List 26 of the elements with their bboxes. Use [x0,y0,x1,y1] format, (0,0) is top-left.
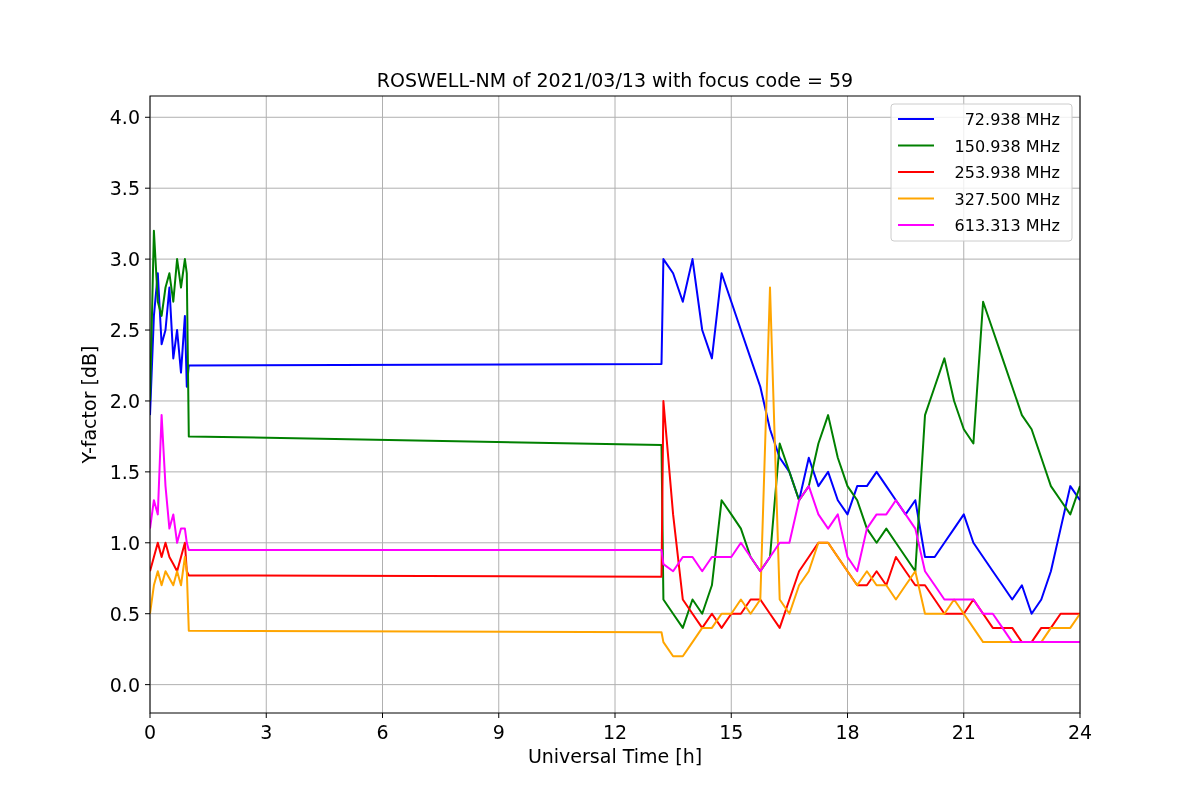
y-tick-label: 1.5 [109,460,140,483]
legend-label: 72.938 MHz [964,110,1060,129]
y-tick-label: 4.0 [109,106,140,129]
x-tick-label: 3 [260,721,273,743]
chart-title: ROSWELL-NM of 2021/03/13 with focus code = 59 [376,69,854,91]
legend-label: 613.313 MHz [954,216,1060,235]
x-tick-label: 12 [602,721,628,743]
y-tick-label: 0.0 [109,673,140,696]
x-tick-label: 9 [492,721,505,743]
x-tick-label: 24 [1067,721,1093,743]
x-axis-label: Universal Time [h] [527,745,703,767]
x-tick-label: 15 [719,721,744,743]
y-tick-label: 1.0 [109,531,140,554]
x-tick-label: 6 [376,721,389,743]
x-tick-label: 18 [835,721,860,743]
y-tick-label: 2.5 [109,319,140,342]
y-tick-label: 2.0 [109,389,140,412]
y-tick-label: 3.5 [109,177,140,200]
x-tick-label: 0 [143,721,157,743]
x-tick-label: 21 [951,721,976,743]
y-tick-label: 3.0 [109,248,140,271]
y-axis-label: Y-factor [dB] [78,345,100,464]
legend-label: 253.938 MHz [954,163,1060,182]
legend-label: 327.500 MHz [954,189,1060,209]
legend-label: 150.938 MHz [954,136,1060,156]
y-tick-label: 0.5 [109,602,140,625]
